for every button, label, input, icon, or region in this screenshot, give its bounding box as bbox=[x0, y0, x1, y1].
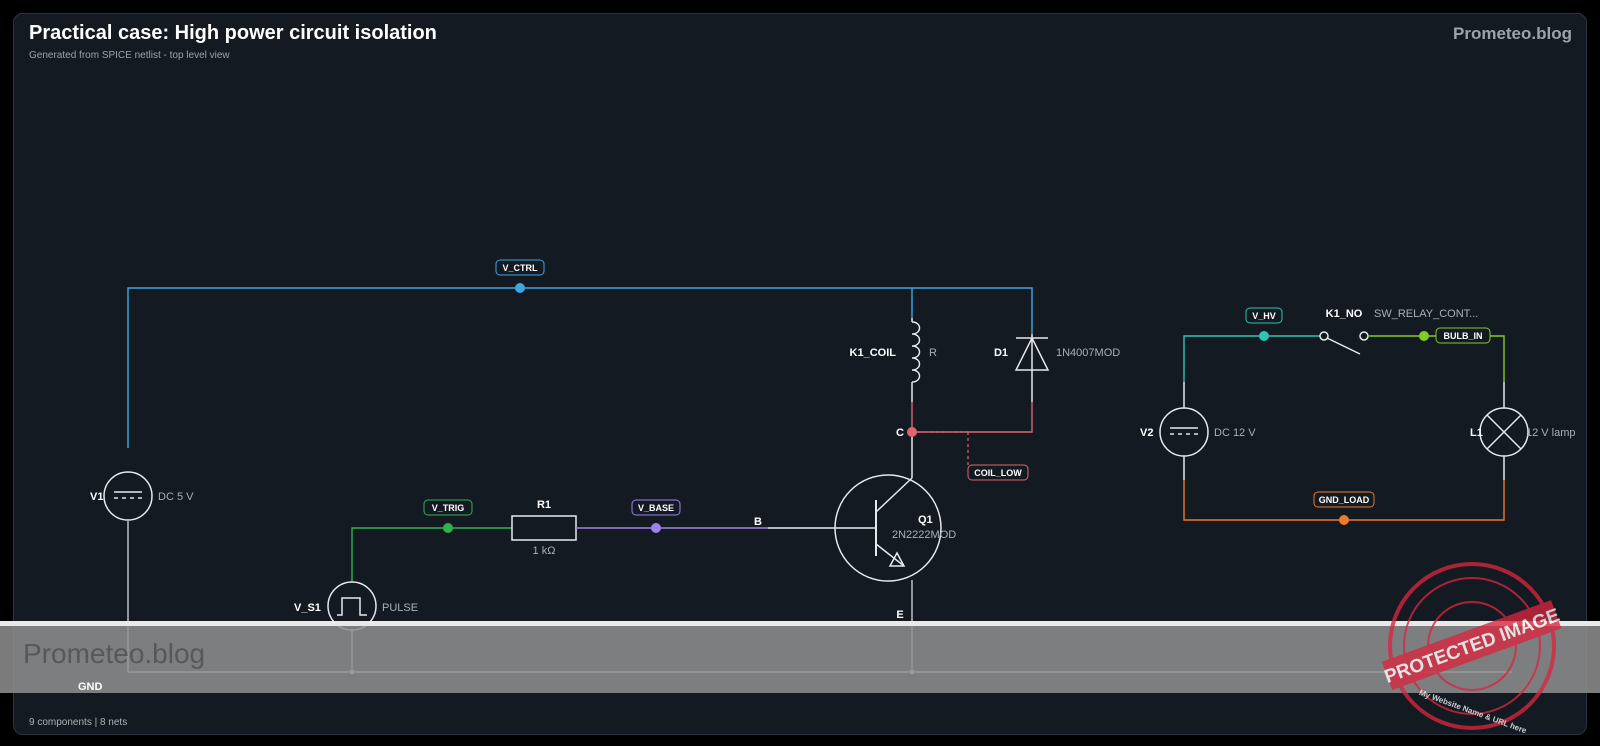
protected-stamp-watermark: PROTECTED IMAGE My Website Name & URL he… bbox=[1382, 562, 1563, 735]
svg-text:PROTECTED IMAGE: PROTECTED IMAGE bbox=[1382, 605, 1563, 688]
gnd-net-label: GND bbox=[78, 681, 103, 693]
overlay-layer: GND PROTECTED IMAGE My Website Name & UR… bbox=[78, 562, 1563, 735]
